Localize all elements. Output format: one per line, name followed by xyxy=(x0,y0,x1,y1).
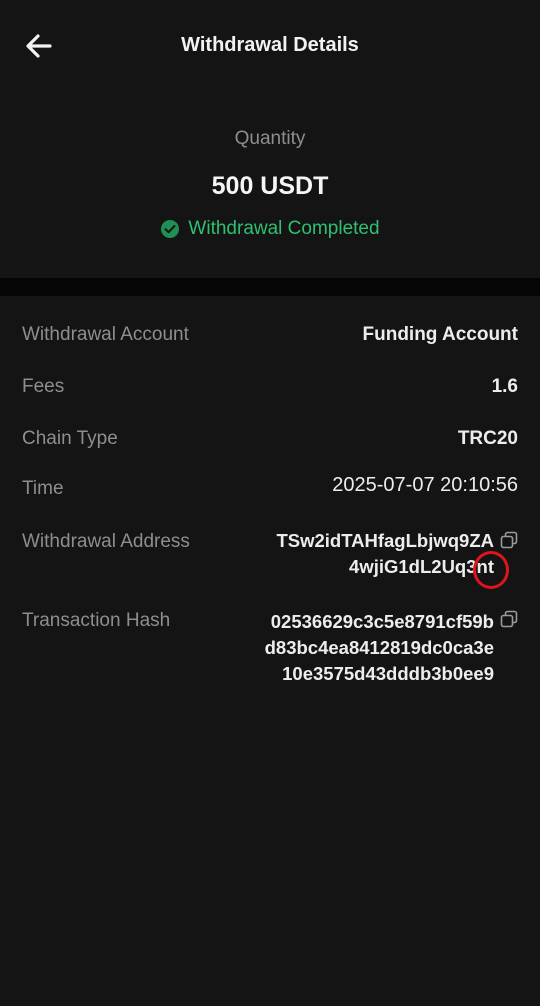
time-value: 2025-07-07 20:10:56 xyxy=(332,474,518,496)
withdrawal-account-value: Funding Account xyxy=(362,324,519,345)
quantity-value: 500 USDT xyxy=(211,172,329,200)
quantity-label: Quantity xyxy=(234,128,306,149)
check-circle-icon xyxy=(161,220,180,238)
transaction-hash-label: Transaction Hash xyxy=(22,610,171,631)
status-text: Withdrawal Completed xyxy=(188,218,380,239)
address-line-2: 4wjiG1dL2Uq3nt xyxy=(349,556,494,577)
chain-type-value: TRC20 xyxy=(457,428,518,449)
fees-label: Fees xyxy=(22,376,65,397)
time-label: Time xyxy=(22,478,64,499)
withdrawal-account-label: Withdrawal Account xyxy=(22,324,189,345)
copy-icon[interactable] xyxy=(500,610,518,628)
withdrawal-summary: Quantity 500 USDT Withdrawal Completed xyxy=(0,92,540,278)
address-line-1: TSw2idTAHfagLbjwq9ZA xyxy=(276,530,494,551)
fees-value: 1.6 xyxy=(491,376,518,397)
status-badge: Withdrawal Completed xyxy=(0,218,540,240)
chain-type-label: Chain Type xyxy=(22,428,118,449)
hash-line-1: 02536629c3c5e8791cf59b xyxy=(270,611,494,632)
header: Withdrawal Details xyxy=(0,0,540,92)
highlight-circle xyxy=(473,551,509,589)
section-divider xyxy=(0,278,540,296)
hash-line-2: d83bc4ea8412819dc0ca3e xyxy=(264,637,494,658)
withdrawal-address-label: Withdrawal Address xyxy=(22,531,190,552)
page-title: Withdrawal Details xyxy=(181,34,359,56)
transaction-hash-value[interactable]: 02536629c3c5e8791cf59b d83bc4ea8412819dc… xyxy=(265,609,494,687)
hash-line-3: 10e3575d43dddb3b0ee9 xyxy=(282,663,494,684)
copy-icon[interactable] xyxy=(500,531,518,549)
withdrawal-address-value[interactable]: TSw2idTAHfagLbjwq9ZA 4wjiG1dL2Uq3nt xyxy=(276,528,494,580)
